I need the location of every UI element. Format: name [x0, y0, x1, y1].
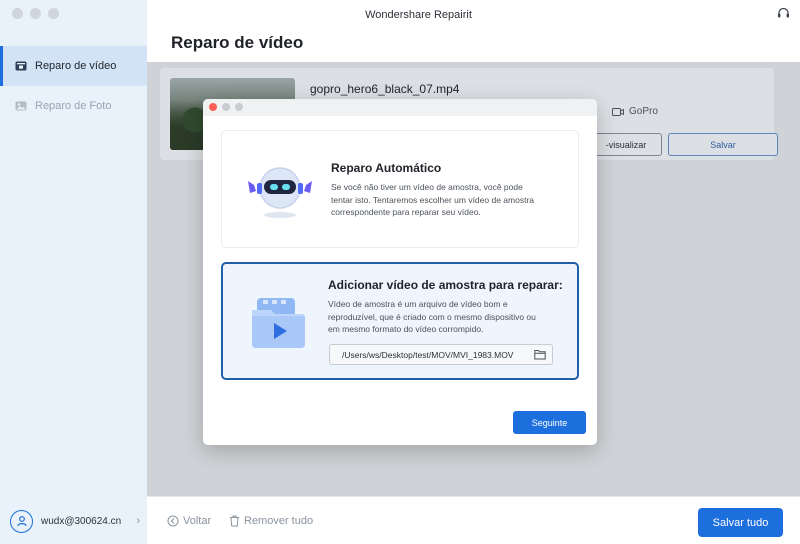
dialog-titlebar: [203, 99, 597, 116]
sample-video-desc-line: reproduzível, que é criado com o mesmo d…: [328, 311, 536, 322]
video-folder-icon: [252, 298, 305, 348]
app-title: Wondershare Repairit: [365, 9, 472, 21]
auto-repair-title: Reparo Automático: [331, 161, 442, 175]
sample-video-desc-line: Vídeo de amostra é um arquivo de vídeo b…: [328, 299, 508, 309]
dialog-minimize-button: [222, 103, 230, 111]
sample-video-option[interactable]: Adicionar vídeo de amostra para reparar:…: [221, 262, 579, 380]
video-repair-icon: [15, 61, 27, 71]
chevron-right-icon[interactable]: ›: [136, 515, 140, 527]
back-icon: [167, 515, 179, 527]
sample-path-field[interactable]: /Users/ws/Desktop/test/MOV/MVI_1983.MOV: [329, 344, 553, 365]
user-account[interactable]: wudx@300624.cn ›: [10, 509, 140, 533]
sample-video-desc-line: em mesmo formato do vídeo corrompido.: [328, 324, 484, 334]
user-email: wudx@300624.cn: [41, 515, 122, 527]
close-window-button[interactable]: [12, 8, 23, 19]
remove-all-button[interactable]: Remover tudo: [229, 515, 313, 527]
avatar: [10, 509, 33, 533]
preview-button[interactable]: -visualizar: [590, 133, 662, 156]
zoom-window-button[interactable]: [48, 8, 59, 19]
camera-icon: [612, 107, 624, 116]
remove-all-label: Remover tudo: [244, 515, 314, 527]
bottom-bar: Voltar Remover tudo Salvar tudo: [147, 496, 800, 544]
camera-model: GoPro: [629, 106, 658, 117]
sample-video-description: Vídeo de amostra é um arquivo de vídeo b…: [328, 298, 568, 336]
sidebar-item-photo-repair[interactable]: Reparo de Foto: [0, 86, 147, 126]
repair-mode-dialog: Reparo Automático Se você não tiver um v…: [203, 99, 597, 445]
save-all-button[interactable]: Salvar tudo: [698, 508, 783, 537]
page-title: Reparo de vídeo: [171, 33, 304, 52]
robot-icon: [248, 167, 312, 218]
window-controls: [12, 8, 59, 19]
photo-repair-icon: [15, 101, 27, 111]
user-icon: [16, 516, 27, 527]
dialog-close-button[interactable]: [209, 103, 217, 111]
sample-video-title: Adicionar vídeo de amostra para reparar:: [328, 278, 563, 292]
sidebar-item-label: Reparo de vídeo: [35, 60, 117, 72]
back-label: Voltar: [183, 515, 212, 527]
sample-path-value: /Users/ws/Desktop/test/MOV/MVI_1983.MOV: [342, 349, 514, 360]
save-button[interactable]: Salvar: [668, 133, 778, 156]
sidebar: Reparo de vídeo Reparo de Foto wudx@3006…: [0, 0, 147, 544]
back-button[interactable]: Voltar: [167, 515, 211, 527]
auto-repair-description: Se você não tiver um vídeo de amostra, v…: [331, 181, 571, 219]
sidebar-item-video-repair[interactable]: Reparo de vídeo: [0, 46, 147, 86]
auto-repair-option[interactable]: Reparo Automático Se você não tiver um v…: [221, 130, 579, 248]
auto-repair-desc-line: tentar isto. Tentaremos escolher um víde…: [331, 194, 534, 205]
folder-icon[interactable]: [534, 349, 546, 360]
auto-repair-desc-line: correspondente para reparar seu vídeo.: [331, 207, 481, 217]
headset-icon[interactable]: [777, 7, 790, 20]
trash-icon: [230, 515, 239, 527]
sidebar-item-label: Reparo de Foto: [35, 100, 112, 112]
camera-info: GoPro: [612, 106, 658, 117]
file-name: gopro_hero6_black_07.mp4: [310, 82, 460, 96]
next-button[interactable]: Seguinte: [513, 411, 586, 434]
auto-repair-desc-line: Se você não tiver um vídeo de amostra, v…: [331, 182, 523, 192]
dialog-zoom-button: [235, 103, 243, 111]
minimize-window-button[interactable]: [30, 8, 41, 19]
